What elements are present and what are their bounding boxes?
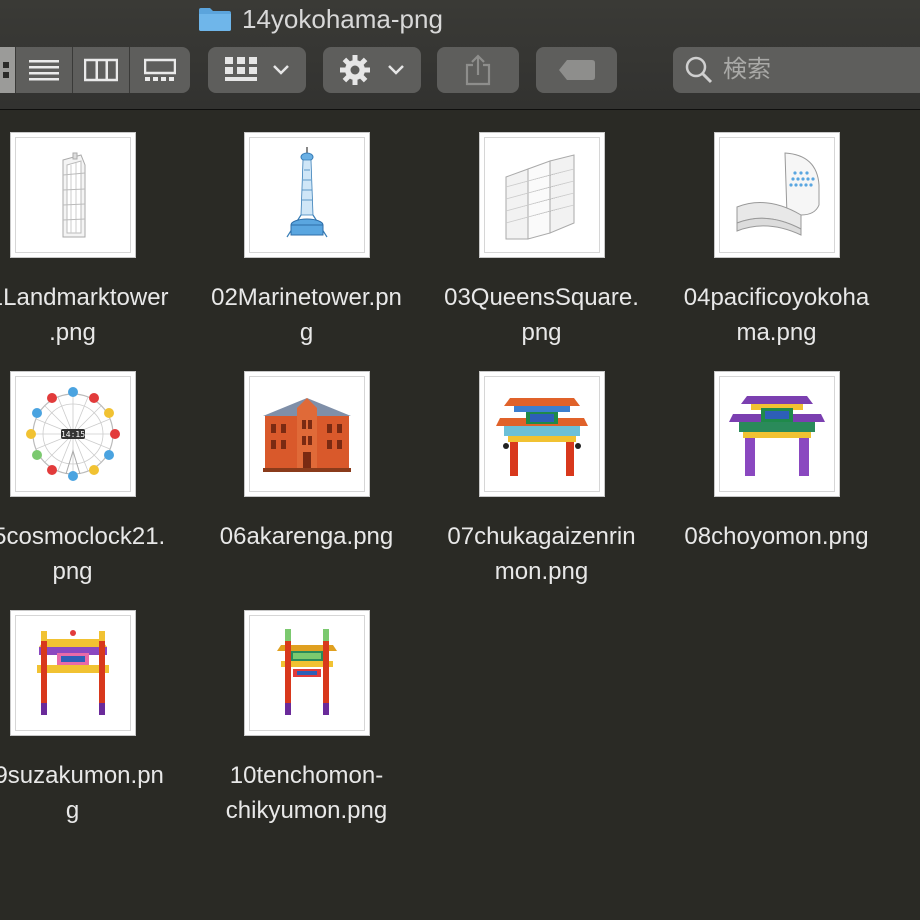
gallery-view-icon: [144, 58, 176, 81]
file-thumbnail[interactable]: [714, 371, 840, 497]
file-name-label: 01Landmarktower .png: [0, 284, 169, 346]
file-thumbnail[interactable]: [479, 371, 605, 497]
file-name-label: 08choyomon.png: [684, 523, 869, 550]
file-name-label: 09suzakumon.pn g: [0, 762, 164, 824]
chevron-down-icon: [273, 65, 289, 75]
tag-icon: [558, 60, 595, 80]
file-name-label: 06akarenga.png: [219, 523, 394, 550]
file-name-label: 07chukagaizenrin mon.png: [447, 523, 636, 585]
chevron-down-icon: [388, 65, 404, 75]
gallery-view-button[interactable]: [130, 47, 190, 93]
list-view-icon: [29, 60, 59, 81]
file-thumbnail[interactable]: [244, 371, 370, 497]
column-view-button[interactable]: [73, 47, 130, 93]
finder-toolbar: 14yokohama-png: [0, 0, 920, 110]
window-title: 14yokohama-png: [198, 2, 443, 36]
marine-tower-icon: [286, 147, 328, 238]
gear-icon: [340, 55, 370, 85]
folder-icon: [199, 8, 231, 31]
window-title-text: 14yokohama-png: [242, 3, 443, 34]
icon-view-icon: [2, 62, 9, 78]
file-thumbnail[interactable]: 14:15: [10, 371, 136, 497]
icon-view-button[interactable]: [0, 47, 16, 93]
red-brick-warehouse-icon: [263, 398, 351, 472]
file-thumbnail[interactable]: [10, 132, 136, 258]
file-thumbnail[interactable]: [244, 610, 370, 736]
file-icon-grid: 01Landmarktower .png 02Marinetower.pn g: [0, 110, 920, 920]
file-name-label: 05cosmoclock21. png: [0, 523, 166, 585]
share-icon: [465, 54, 491, 86]
action-button[interactable]: [323, 47, 421, 93]
list-view-button[interactable]: [16, 47, 73, 93]
search-icon: [685, 56, 713, 84]
file-name-label: 04pacificoyokoha ma.png: [683, 284, 870, 346]
choyomon-gate-icon: [729, 396, 825, 476]
search-input[interactable]: [721, 55, 915, 85]
column-view-icon: [84, 58, 118, 82]
queens-square-icon: [505, 154, 575, 240]
file-thumbnail[interactable]: [10, 610, 136, 736]
share-button[interactable]: [437, 47, 519, 93]
view-mode-segmented-control: [0, 47, 190, 93]
file-name-label: 10tenchomon- chikyumon.png: [225, 762, 388, 824]
group-grid-icon: [225, 57, 257, 81]
tag-button[interactable]: [536, 47, 617, 93]
file-thumbnail[interactable]: [244, 132, 370, 258]
ferris-wheel-icon: 14:15: [26, 387, 120, 481]
file-name-label: 02Marinetower.pn g: [211, 284, 402, 346]
search-field[interactable]: [673, 47, 920, 93]
landmark-tower-icon: [62, 152, 86, 238]
file-thumbnail[interactable]: [479, 132, 605, 258]
clock-display-text: 14:15: [61, 430, 85, 439]
zenrinmon-gate-icon: [496, 398, 588, 476]
file-name-label: 03QueensSquare. png: [444, 284, 639, 346]
suzakumon-gate-icon: [37, 630, 109, 715]
group-by-button[interactable]: [208, 47, 306, 93]
pacifico-yokohama-icon: [736, 152, 820, 236]
tenchomon-gate-icon: [277, 629, 337, 715]
file-thumbnail[interactable]: [714, 132, 840, 258]
